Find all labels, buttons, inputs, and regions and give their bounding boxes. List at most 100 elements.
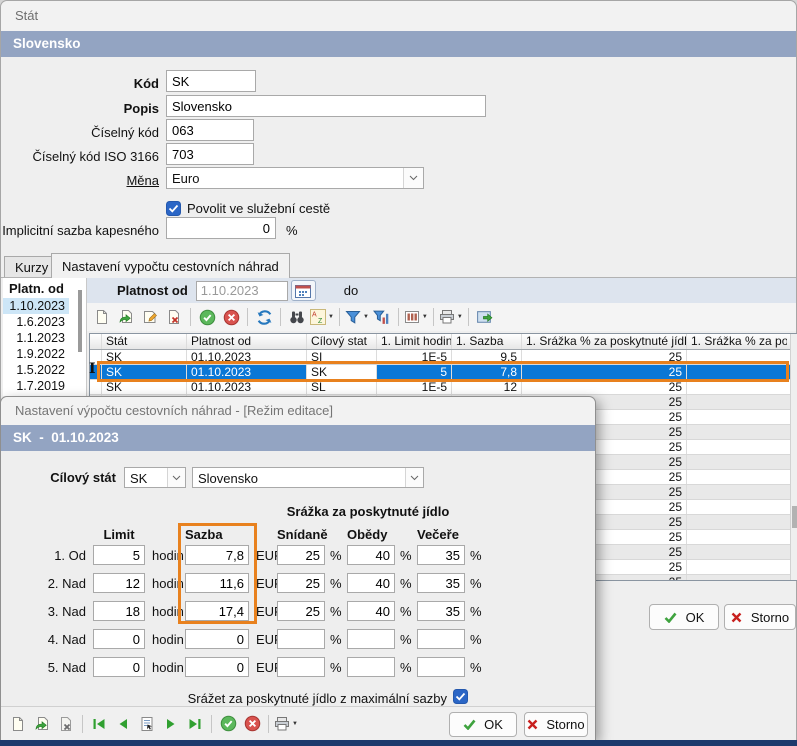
sazba-input[interactable]: [185, 629, 249, 649]
delete-record-button[interactable]: [55, 713, 77, 735]
list-item-date[interactable]: 1.5.2022: [3, 362, 69, 378]
cilovy-name-combobox[interactable]: Slovensko: [192, 467, 424, 488]
filter-analysis-button[interactable]: [371, 306, 393, 328]
ok-button[interactable]: OK: [649, 604, 719, 630]
grid-header-srazka-next[interactable]: 1. Srážka % za pos: [687, 334, 787, 349]
storno-button[interactable]: Storno: [724, 604, 796, 630]
platnost-od-input[interactable]: [196, 281, 288, 301]
copy-record-button[interactable]: [115, 306, 137, 328]
vecere-input[interactable]: [417, 629, 465, 649]
find-button[interactable]: [286, 306, 308, 328]
limit-input[interactable]: [93, 601, 145, 621]
printer-icon: [274, 716, 290, 732]
copy-record-button[interactable]: [31, 713, 53, 735]
sazba-input[interactable]: [185, 601, 249, 621]
confirm-button[interactable]: [196, 306, 218, 328]
svg-text:A: A: [312, 312, 317, 319]
limit-input[interactable]: [93, 573, 145, 593]
obedy-input[interactable]: [347, 545, 395, 565]
sazba-input[interactable]: [185, 657, 249, 677]
grid-header-sazba[interactable]: 1. Sazba: [452, 334, 522, 349]
list-item-date[interactable]: 1.9.2022: [3, 346, 69, 362]
kod-input[interactable]: [166, 70, 256, 92]
popis-input[interactable]: [166, 95, 486, 117]
grid-header-stat[interactable]: Stát: [102, 334, 187, 349]
confirm-button[interactable]: [217, 713, 239, 735]
chevron-down-icon: ▼: [292, 721, 298, 727]
cilovy-code-combobox[interactable]: SK: [124, 467, 186, 488]
kapesne-input[interactable]: [166, 217, 276, 239]
sort-az-button[interactable]: AZ▼: [310, 306, 334, 328]
previous-record-button[interactable]: [112, 713, 134, 735]
sazba-input[interactable]: [185, 545, 249, 565]
print-button[interactable]: ▼: [274, 713, 298, 735]
grid-header-platnost[interactable]: Platnost od: [187, 334, 307, 349]
svg-text:Z: Z: [318, 318, 323, 325]
list-item-date[interactable]: 1.7.2019: [3, 378, 69, 394]
iso-kod-input[interactable]: [166, 143, 254, 165]
obedy-input[interactable]: [347, 573, 395, 593]
grid-header-limit[interactable]: 1. Limit hodin: [377, 334, 452, 349]
povolit-label: Povolit ve služební cestě: [187, 201, 330, 216]
tab-nastaveni[interactable]: Nastavení vypočtu cestovních náhrad: [51, 253, 290, 278]
obedy-header: Obědy: [347, 527, 387, 542]
snidane-input[interactable]: [277, 657, 325, 677]
export-button[interactable]: [474, 306, 496, 328]
limit-input[interactable]: [93, 657, 145, 677]
max-sazba-checkbox[interactable]: [453, 689, 468, 704]
print-button[interactable]: ▼: [439, 306, 463, 328]
validity-dates-panel: Platn. od 1.10.2023 1.6.2023 1.1.2023 1.…: [3, 278, 87, 396]
vecere-input[interactable]: [417, 545, 465, 565]
new-record-button[interactable]: [7, 713, 29, 735]
limit-input[interactable]: [93, 629, 145, 649]
dialog-ok-button[interactable]: OK: [449, 712, 517, 737]
grid-header-srazka-snidane[interactable]: 1. Srážka % za poskytnuté jídlo - snídan…: [522, 334, 687, 349]
mena-combobox[interactable]: Euro: [166, 167, 424, 189]
filter-button[interactable]: ▼: [345, 306, 369, 328]
snidane-input[interactable]: [277, 601, 325, 621]
obedy-input[interactable]: [347, 629, 395, 649]
chevron-down-icon[interactable]: [167, 468, 185, 487]
list-item-date[interactable]: 1.1.2023: [3, 330, 69, 346]
snidane-input[interactable]: [277, 545, 325, 565]
povolit-checkbox[interactable]: [166, 201, 181, 216]
list-item-date[interactable]: 1.10.2023: [3, 298, 69, 314]
nav-next-icon: [163, 716, 179, 732]
sazba-input[interactable]: [185, 573, 249, 593]
table-row[interactable]: SK01.10.2023SI1E-59,525: [90, 350, 797, 365]
last-record-button[interactable]: [184, 713, 206, 735]
cancel-button[interactable]: [241, 713, 263, 735]
new-record-button[interactable]: [91, 306, 113, 328]
chevron-down-icon[interactable]: [405, 468, 423, 487]
list-item-date[interactable]: 1.6.2023: [3, 314, 69, 330]
obedy-input[interactable]: [347, 657, 395, 677]
vecere-input[interactable]: [417, 657, 465, 677]
edit-record-button[interactable]: [139, 306, 161, 328]
grid-header-cilovy[interactable]: Cílový stat: [307, 334, 377, 349]
snidane-input[interactable]: [277, 629, 325, 649]
cancel-button[interactable]: [220, 306, 242, 328]
vecere-input[interactable]: [417, 573, 465, 593]
dialog-storno-button[interactable]: Storno: [524, 712, 588, 737]
dates-scrollbar[interactable]: [78, 290, 82, 352]
calendar-button[interactable]: [291, 280, 316, 301]
grid-scrollbar-thumb[interactable]: [792, 506, 797, 528]
obedy-input[interactable]: [347, 601, 395, 621]
refresh-button[interactable]: [253, 306, 275, 328]
snidane-input[interactable]: [277, 573, 325, 593]
window-title: Stát: [15, 8, 38, 23]
grid-scrollbar[interactable]: [790, 334, 797, 580]
limit-input[interactable]: [93, 545, 145, 565]
nav-first-icon: [91, 716, 107, 732]
next-record-button[interactable]: [160, 713, 182, 735]
columns-button[interactable]: ▼: [404, 306, 428, 328]
delete-record-button[interactable]: [163, 306, 185, 328]
table-row-selected[interactable]: SK01.10.2023SK57,825: [90, 365, 797, 380]
browse-list-button[interactable]: [136, 713, 158, 735]
first-record-button[interactable]: [88, 713, 110, 735]
chevron-down-icon[interactable]: [403, 168, 423, 188]
grid-header-row: Stát Platnost od Cílový stat 1. Limit ho…: [90, 334, 797, 350]
ciselny-kod-input[interactable]: [166, 119, 254, 141]
vecere-input[interactable]: [417, 601, 465, 621]
table-row[interactable]: SK01.10.2023SL1E-51225: [90, 380, 797, 395]
